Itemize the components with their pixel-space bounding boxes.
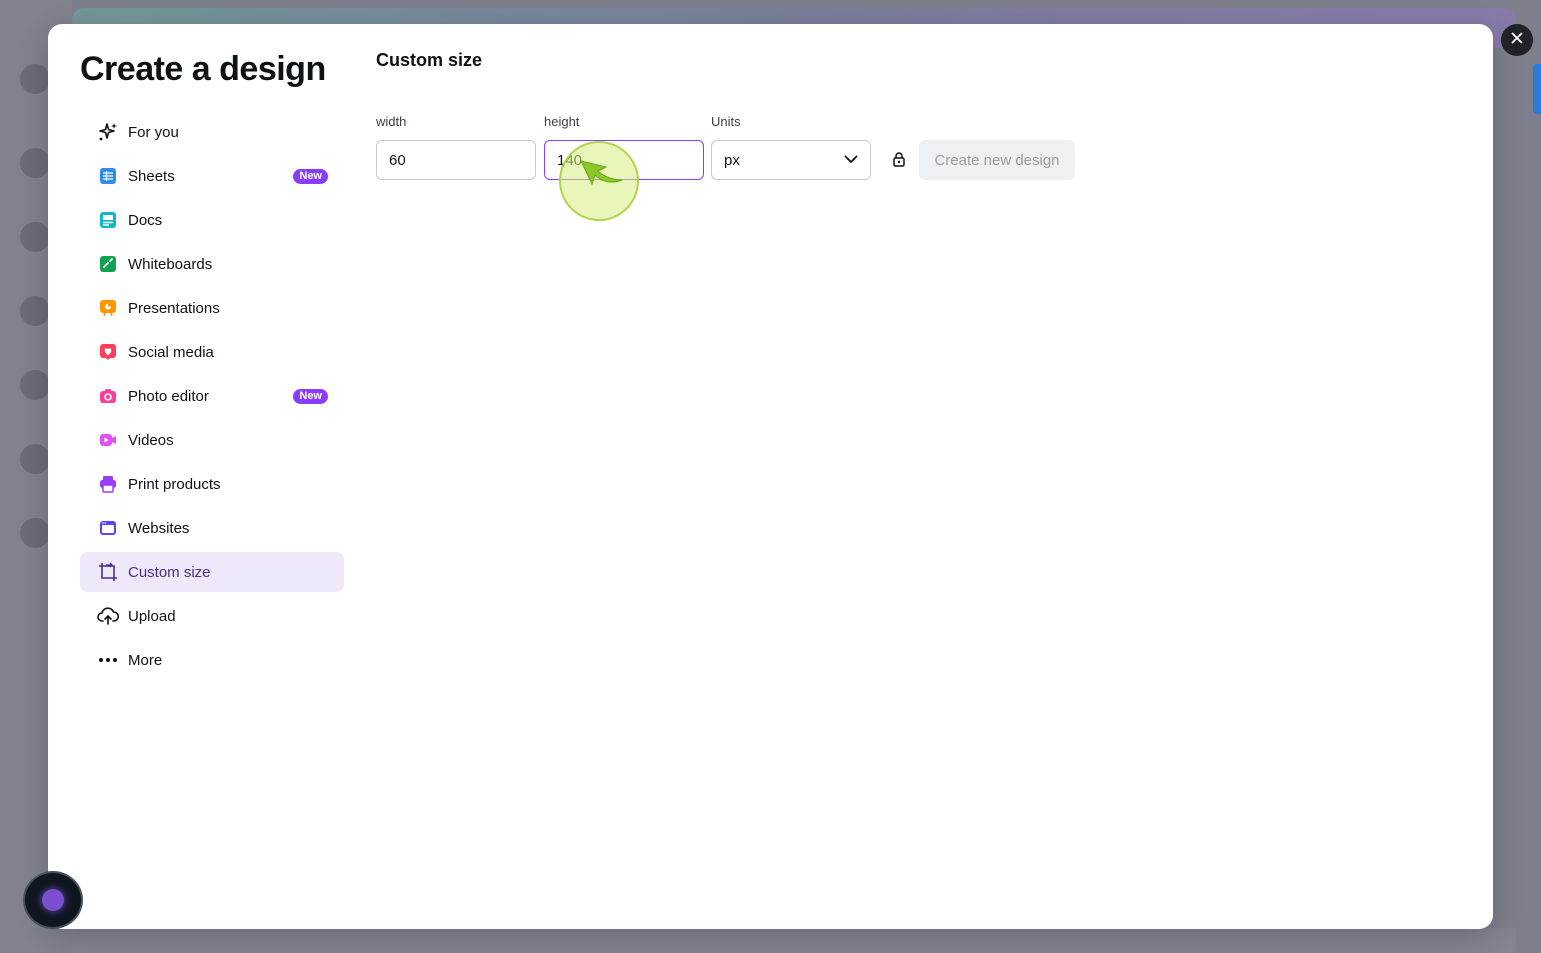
nav-item-docs[interactable]: Docs <box>80 200 344 240</box>
background-nav-icon <box>20 370 50 400</box>
upload-cloud-icon <box>96 604 120 628</box>
background-avatar <box>20 64 50 94</box>
modal-title: Create a design <box>80 50 326 88</box>
close-icon <box>1511 31 1523 49</box>
assistant-button[interactable] <box>23 871 83 929</box>
sheets-icon <box>96 164 120 188</box>
nav-item-videos[interactable]: Videos <box>80 420 344 460</box>
camera-icon <box>96 384 120 408</box>
nav-item-label: Print products <box>128 475 221 493</box>
nav-item-presentations[interactable]: Presentations <box>80 288 344 328</box>
nav-item-social-media[interactable]: Social media <box>80 332 344 372</box>
custom-size-icon <box>96 560 120 584</box>
website-icon <box>96 516 120 540</box>
background-scroll-indicator <box>1533 64 1541 114</box>
video-icon <box>96 428 120 452</box>
nav-item-sheets[interactable]: Sheets New <box>80 156 344 196</box>
background-nav-icon <box>20 518 50 548</box>
nav-item-label: Upload <box>128 607 176 625</box>
nav-item-for-you[interactable]: For you <box>80 112 344 152</box>
background-nav-icon <box>20 148 50 178</box>
background-nav-icon <box>20 444 50 474</box>
custom-size-title: Custom size <box>376 50 483 70</box>
lock-aspect-ratio-icon[interactable] <box>891 150 907 168</box>
cursor-arrow-icon <box>580 160 623 186</box>
nav-item-label: Photo editor <box>128 387 209 405</box>
sparkle-icon <box>96 120 120 144</box>
printer-icon <box>96 472 120 496</box>
nav-item-label: Custom size <box>128 563 211 581</box>
nav-item-photo-editor[interactable]: Photo editor New <box>80 376 344 416</box>
docs-icon <box>96 208 120 232</box>
nav-item-custom-size[interactable]: Custom size <box>80 552 344 592</box>
close-modal-button[interactable] <box>1501 24 1533 56</box>
nav-item-print-products[interactable]: Print products <box>80 464 344 504</box>
nav-item-label: For you <box>128 123 179 141</box>
nav-item-websites[interactable]: Websites <box>80 508 344 548</box>
more-dots-icon <box>96 648 120 672</box>
create-design-modal: Create a design For you Sheets New Docs <box>48 24 1493 929</box>
whiteboard-icon <box>96 252 120 276</box>
nav-item-whiteboards[interactable]: Whiteboards <box>80 244 344 284</box>
nav-item-label: Videos <box>128 431 174 449</box>
nav-item-label: Social media <box>128 343 214 361</box>
units-select[interactable]: px <box>711 140 871 180</box>
nav-item-label: Docs <box>128 211 163 229</box>
background-nav-icon <box>20 222 50 252</box>
nav-item-upload[interactable]: Upload <box>80 596 344 636</box>
nav-item-label: More <box>128 651 163 669</box>
nav-item-more[interactable]: More <box>80 640 344 680</box>
nav-item-label: Websites <box>128 519 190 537</box>
width-label: width <box>376 114 407 129</box>
nav-item-label: Sheets <box>128 167 175 185</box>
presentation-icon <box>96 296 120 320</box>
chevron-down-icon <box>844 151 858 169</box>
create-new-design-button[interactable]: Create new design <box>919 140 1075 180</box>
width-input[interactable] <box>376 140 536 180</box>
assistant-orb-icon <box>42 889 64 911</box>
new-badge: New <box>293 389 328 404</box>
nav-item-label: Presentations <box>128 299 220 317</box>
heart-icon <box>96 340 120 364</box>
nav-item-label: Whiteboards <box>128 255 213 273</box>
units-value: px <box>724 151 740 169</box>
height-label: height <box>544 114 580 129</box>
units-label: Units <box>711 114 741 129</box>
background-nav-icon <box>20 296 50 326</box>
new-badge: New <box>293 169 328 184</box>
design-type-nav: For you Sheets New Docs Whiteboards Pres… <box>80 112 344 684</box>
background-bottom-bar <box>72 928 1516 953</box>
